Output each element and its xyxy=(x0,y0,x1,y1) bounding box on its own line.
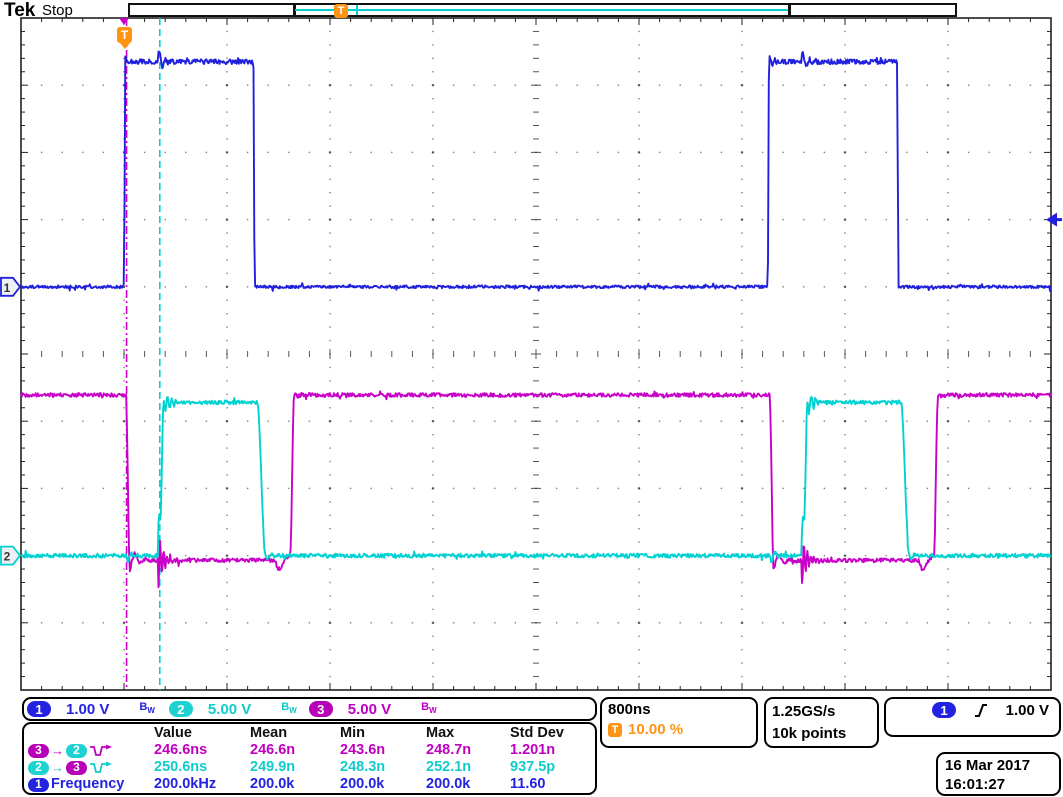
acquisition-preview-bar: T xyxy=(128,3,957,17)
trigger-level-arrow-icon xyxy=(1046,213,1062,227)
waveform-trace-ch1 xyxy=(21,51,1051,291)
trigger-position-pointer-icon xyxy=(120,43,130,49)
cursor-position-tick xyxy=(356,5,358,15)
window-right-bracket-icon xyxy=(788,5,791,15)
measurement-cursors xyxy=(127,18,160,690)
oscilloscope-screen: 12 Tek Stop T T 1 1.00 V BW 2 5.00 V BW … xyxy=(0,0,1063,797)
svg-text:2: 2 xyxy=(4,550,11,564)
trace-ch1 xyxy=(21,51,1051,291)
cursor-marker-icon xyxy=(119,18,129,25)
channel-1-position-marker: 1 xyxy=(1,278,20,296)
display-window-indicator xyxy=(295,9,788,11)
svg-text:1: 1 xyxy=(4,281,11,295)
trigger-position-marker-icon: T xyxy=(117,27,132,43)
waveform-display: 12 xyxy=(0,0,1063,797)
trigger-position-icon: T xyxy=(334,4,348,18)
channel-2-position-marker: 2 xyxy=(1,547,20,565)
